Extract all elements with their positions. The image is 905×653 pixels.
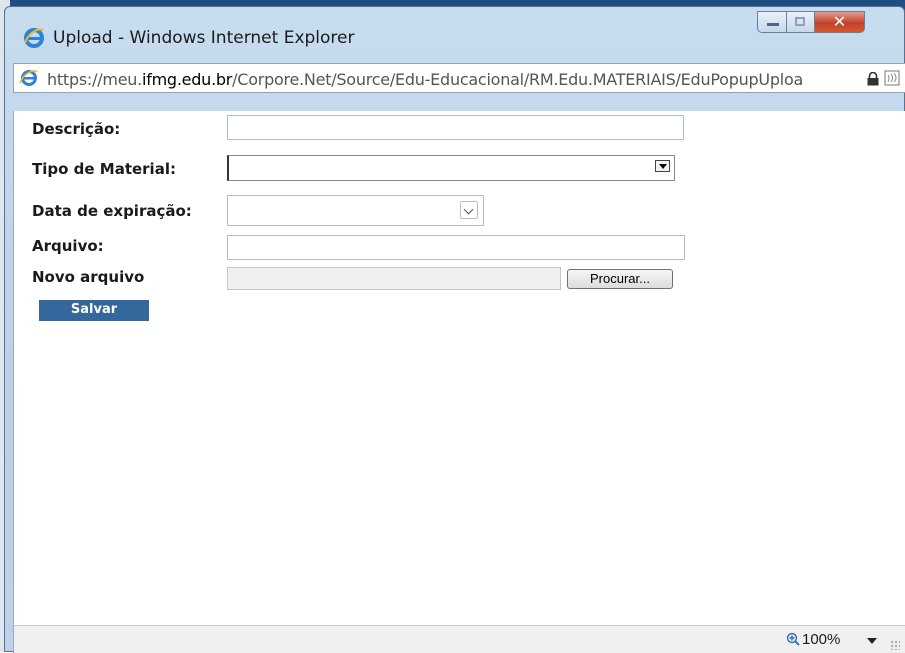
lock-icon[interactable] — [866, 72, 880, 86]
novo-arquivo-file-path[interactable] — [227, 267, 561, 290]
close-icon: ✕ — [832, 12, 847, 31]
zoom-level[interactable]: 100% — [802, 631, 840, 648]
tipo-material-label: Tipo de Material: — [32, 160, 176, 178]
resize-grip[interactable] — [890, 640, 900, 650]
data-expiracao-select[interactable] — [227, 195, 484, 226]
arquivo-input[interactable] — [227, 235, 685, 260]
browser-popup-window: Upload - Windows Internet Explorer ✕ htt… — [4, 6, 905, 653]
maximize-button[interactable] — [787, 11, 815, 33]
novo-arquivo-label: Novo arquivo — [32, 268, 145, 286]
page-content: Descrição: Tipo de Material: Data de exp… — [13, 111, 905, 625]
url-host: ifmg.edu.br — [142, 70, 233, 89]
chevron-down-icon[interactable] — [460, 201, 478, 219]
minimize-icon — [767, 23, 779, 26]
close-button[interactable]: ✕ — [815, 11, 865, 33]
descricao-label: Descrição: — [32, 120, 121, 138]
chevron-down-icon[interactable] — [655, 160, 670, 172]
address-bar[interactable]: https://meu.ifmg.edu.br/Corpore.Net/Sour… — [13, 63, 905, 93]
descricao-input[interactable] — [227, 115, 684, 140]
url-text[interactable]: https://meu.ifmg.edu.br/Corpore.Net/Sour… — [47, 70, 803, 89]
title-bar[interactable]: Upload - Windows Internet Explorer ✕ — [5, 7, 904, 57]
status-bar: 100% — [13, 625, 905, 653]
url-prefix: https://meu. — [47, 70, 143, 89]
browse-button[interactable]: Procurar... — [567, 269, 673, 289]
zoom-icon[interactable] — [786, 632, 800, 646]
rss-feed-icon[interactable] — [884, 70, 900, 86]
data-expiracao-label: Data de expiração: — [32, 202, 192, 220]
arquivo-label: Arquivo: — [32, 237, 104, 255]
window-title: Upload - Windows Internet Explorer — [53, 28, 355, 48]
tipo-material-select[interactable] — [227, 155, 675, 181]
chevron-down-icon[interactable] — [867, 638, 877, 644]
save-button[interactable]: Salvar — [39, 300, 149, 321]
minimize-button[interactable] — [757, 11, 787, 33]
ie-logo-icon — [24, 28, 44, 48]
maximize-icon — [795, 17, 805, 26]
url-path: /Corpore.Net/Source/Edu-Educacional/RM.E… — [232, 70, 804, 89]
ie-page-icon — [19, 70, 38, 86]
